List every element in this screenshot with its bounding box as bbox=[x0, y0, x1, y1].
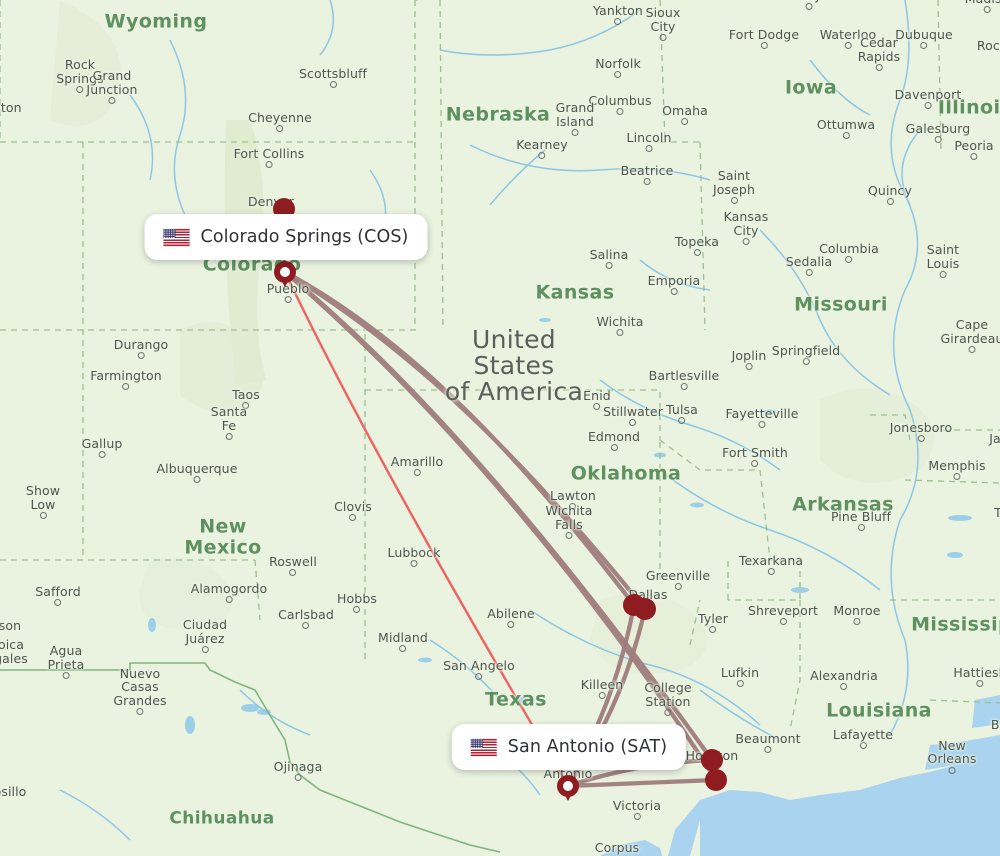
airport-marker[interactable] bbox=[634, 598, 656, 620]
callout-origin-airport[interactable]: Colorado Springs (COS) bbox=[144, 214, 428, 260]
pin-ring-icon bbox=[557, 775, 579, 797]
flight-route-map[interactable]: United States of America Wyoming Colorado N… bbox=[0, 0, 1000, 856]
airport-marker[interactable] bbox=[701, 749, 723, 771]
airport-pin-sat[interactable] bbox=[557, 775, 579, 801]
us-flag-icon bbox=[470, 738, 497, 756]
airport-marker[interactable] bbox=[705, 769, 727, 791]
callout-destination-label: San Antonio (SAT) bbox=[507, 737, 668, 757]
pin-ring-icon bbox=[274, 261, 296, 283]
callout-destination-airport[interactable]: San Antonio (SAT) bbox=[451, 724, 687, 770]
airport-pin-cos[interactable] bbox=[274, 261, 296, 287]
us-flag-icon bbox=[163, 228, 190, 246]
callout-origin-label: Colorado Springs (COS) bbox=[200, 227, 409, 247]
